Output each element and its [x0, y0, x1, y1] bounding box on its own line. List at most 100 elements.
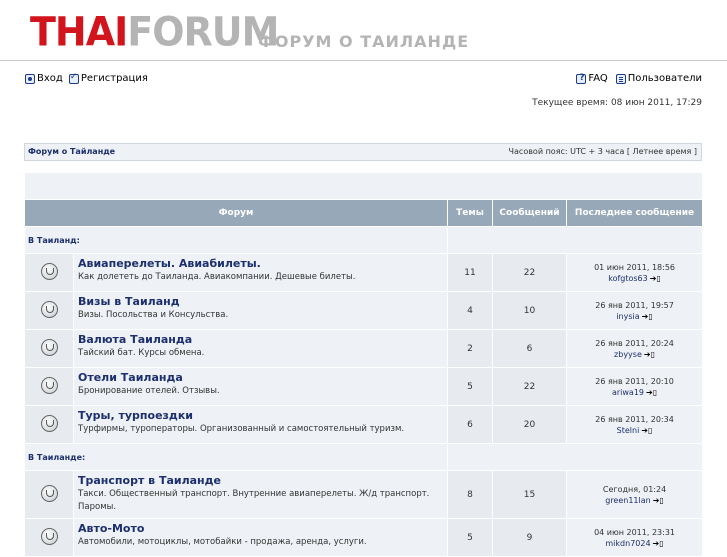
forum-description: Турфирмы, туроператоры. Организованный и… — [78, 424, 405, 434]
forum-description: Как долететь до Таиланда. Авиакомпании. … — [78, 272, 356, 282]
last-post-date: 04 июн 2011, 23:31 — [594, 527, 675, 537]
goto-last-post-icon[interactable]: ➔▯ — [644, 350, 655, 359]
forum-row: Отели Таиланда Бронирование отелей. Отзыв… — [24, 367, 704, 406]
forum-posts-count: 10 — [492, 291, 567, 330]
forum-posts-count: 20 — [492, 405, 567, 444]
timezone-info: Часовой пояс: UTC + 3 часа [ Летнее врем… — [508, 147, 697, 156]
last-post-date: 26 янв 2011, 20:10 — [595, 376, 674, 386]
faq-label: FAQ — [588, 73, 608, 84]
forum-description: Бронирование отелей. Отзывы. — [78, 386, 220, 396]
forum-title-link[interactable]: Валюта Таиланда — [78, 333, 443, 346]
forum-title-link[interactable]: Транспорт в Таиланде — [78, 474, 443, 487]
goto-last-post-icon[interactable]: ➔▯ — [650, 274, 661, 283]
forum-topics-count: 8 — [447, 470, 493, 519]
goto-last-post-icon[interactable]: ➔▯ — [653, 539, 664, 548]
forum-description: Такси. Общественный транспорт. Внутренни… — [78, 489, 430, 512]
goto-last-post-icon[interactable]: ➔▯ — [641, 426, 652, 435]
category-row: В Таиланде: — [24, 443, 704, 471]
forum-title-link[interactable]: Туры, турпоездки — [78, 409, 443, 422]
site-header: THAIFORUM ФОРУМ О ТАИЛАНДЕ — [0, 0, 727, 62]
last-post-date: 26 янв 2011, 20:24 — [595, 338, 674, 348]
table-header-row: Форум Темы Сообщений Последнее сообщение — [24, 199, 704, 227]
forum-status-cell — [24, 291, 74, 330]
header-posts: Сообщений — [492, 199, 567, 227]
forum-row: Визы в Таиланд Визы. Посольства и Консуль… — [24, 291, 704, 330]
forum-read-icon — [40, 376, 58, 394]
login-icon — [25, 73, 35, 84]
faq-link[interactable]: FAQ — [576, 73, 608, 84]
forum-read-icon — [40, 484, 58, 502]
forum-title-link[interactable]: Авто-Мото — [78, 522, 443, 535]
goto-last-post-icon[interactable]: ➔▯ — [646, 388, 657, 397]
forum-topics-count: 2 — [447, 329, 493, 368]
breadcrumb-home[interactable]: Форум о Тайланде — [28, 147, 115, 156]
last-post-author-link[interactable]: ariwa19 — [612, 388, 644, 397]
forum-status-cell — [24, 329, 74, 368]
category-name[interactable]: В Таиланд: — [24, 226, 448, 254]
forum-row: Авто-Мото Автомобили, мотоциклы, мотобайк… — [24, 518, 704, 557]
forum-topics-count: 5 — [447, 518, 493, 557]
forum-title-link[interactable]: Отели Таиланда — [78, 371, 443, 384]
forum-topics-count: 5 — [447, 367, 493, 406]
forum-info-cell: Туры, турпоездки Турфирмы, туроператоры. … — [73, 405, 448, 444]
forum-status-cell — [24, 405, 74, 444]
login-label: Вход — [37, 73, 63, 84]
forum-read-icon — [40, 300, 58, 318]
forum-info-cell: Отели Таиланда Бронирование отелей. Отзыв… — [73, 367, 448, 406]
forum-info-cell: Авиаперелеты. Авиабилеты. Как долететь до… — [73, 253, 448, 292]
users-link[interactable]: Пользователи — [615, 73, 702, 84]
forum-title-link[interactable]: Авиаперелеты. Авиабилеты. — [78, 257, 443, 270]
forum-row: Авиаперелеты. Авиабилеты. Как долететь до… — [24, 253, 704, 292]
goto-last-post-icon[interactable]: ➔▯ — [653, 496, 664, 505]
logo-forum: FORUM — [127, 8, 279, 56]
table-top-spacer — [23, 172, 704, 200]
forum-table: Форум Темы Сообщений Последнее сообщение… — [23, 172, 704, 557]
category-row: В Таиланд: — [24, 226, 704, 254]
last-post-date: 26 янв 2011, 19:57 — [595, 300, 674, 310]
forum-status-cell — [24, 253, 74, 292]
forum-posts-count: 22 — [492, 367, 567, 406]
forum-last-post-cell: Сегодня, 01:24 green11lan ➔▯ — [565, 470, 704, 519]
forum-status-cell — [24, 518, 74, 557]
forum-status-cell — [24, 367, 74, 406]
current-time: Текущее время: 08 июн 2011, 17:29 — [532, 98, 702, 108]
category-name[interactable]: В Таиланде: — [24, 443, 448, 471]
header-topics: Темы — [447, 199, 493, 227]
logo-thai: THAI — [30, 8, 128, 56]
forum-posts-count: 9 — [492, 518, 567, 557]
forum-row: Туры, турпоездки Турфирмы, туроператоры. … — [24, 405, 704, 444]
forum-info-cell: Визы в Таиланд Визы. Посольства и Консуль… — [73, 291, 448, 330]
forum-title-link[interactable]: Визы в Таиланд — [78, 295, 443, 308]
forum-last-post-cell: 26 янв 2011, 20:24 zbyyse ➔▯ — [565, 329, 704, 368]
register-label: Регистрация — [80, 73, 148, 84]
header-forum: Форум — [24, 199, 448, 227]
forum-topics-count: 4 — [447, 291, 493, 330]
last-post-author-link[interactable]: mikdn7024 — [605, 539, 650, 548]
last-post-author-link[interactable]: green11lan — [605, 496, 650, 505]
navbar: Форум о Тайланде Часовой пояс: UTC + 3 ч… — [24, 143, 702, 161]
goto-last-post-icon[interactable]: ➔▯ — [642, 312, 653, 321]
forum-last-post-cell: 01 июн 2011, 18:56 kofgtos63 ➔▯ — [565, 253, 704, 292]
forum-row: Валюта Таиланда Тайский бат. Курсы обмена… — [24, 329, 704, 368]
forum-last-post-cell: 26 янв 2011, 19:57 inysia ➔▯ — [565, 291, 704, 330]
last-post-author-link[interactable]: inysia — [616, 312, 639, 321]
users-label: Пользователи — [627, 73, 702, 84]
last-post-author-link[interactable]: zbyyse — [614, 350, 642, 359]
forum-posts-count: 15 — [492, 470, 567, 519]
site-tagline: ФОРУМ О ТАИЛАНДЕ — [258, 32, 470, 51]
last-post-author-link[interactable]: kofgtos63 — [608, 274, 648, 283]
header-last-post: Последнее сообщение — [565, 199, 704, 227]
register-link[interactable]: Регистрация — [68, 72, 148, 84]
last-post-date: Сегодня, 01:24 — [602, 484, 667, 494]
forum-read-icon — [40, 414, 58, 432]
forum-last-post-cell: 26 янв 2011, 20:10 ariwa19 ➔▯ — [565, 367, 704, 406]
last-post-author-link[interactable]: Stelni — [617, 426, 640, 435]
forum-topics-count: 6 — [447, 405, 493, 444]
users-list-icon — [615, 73, 626, 84]
forum-read-icon — [40, 527, 58, 545]
forum-info-cell: Валюта Таиланда Тайский бат. Курсы обмена… — [73, 329, 448, 368]
forum-row: Транспорт в Таиланде Такси. Общественный … — [24, 470, 704, 519]
site-logo[interactable]: THAIFORUM — [30, 8, 279, 56]
login-link[interactable]: Вход — [25, 73, 63, 84]
faq-icon — [576, 73, 587, 84]
